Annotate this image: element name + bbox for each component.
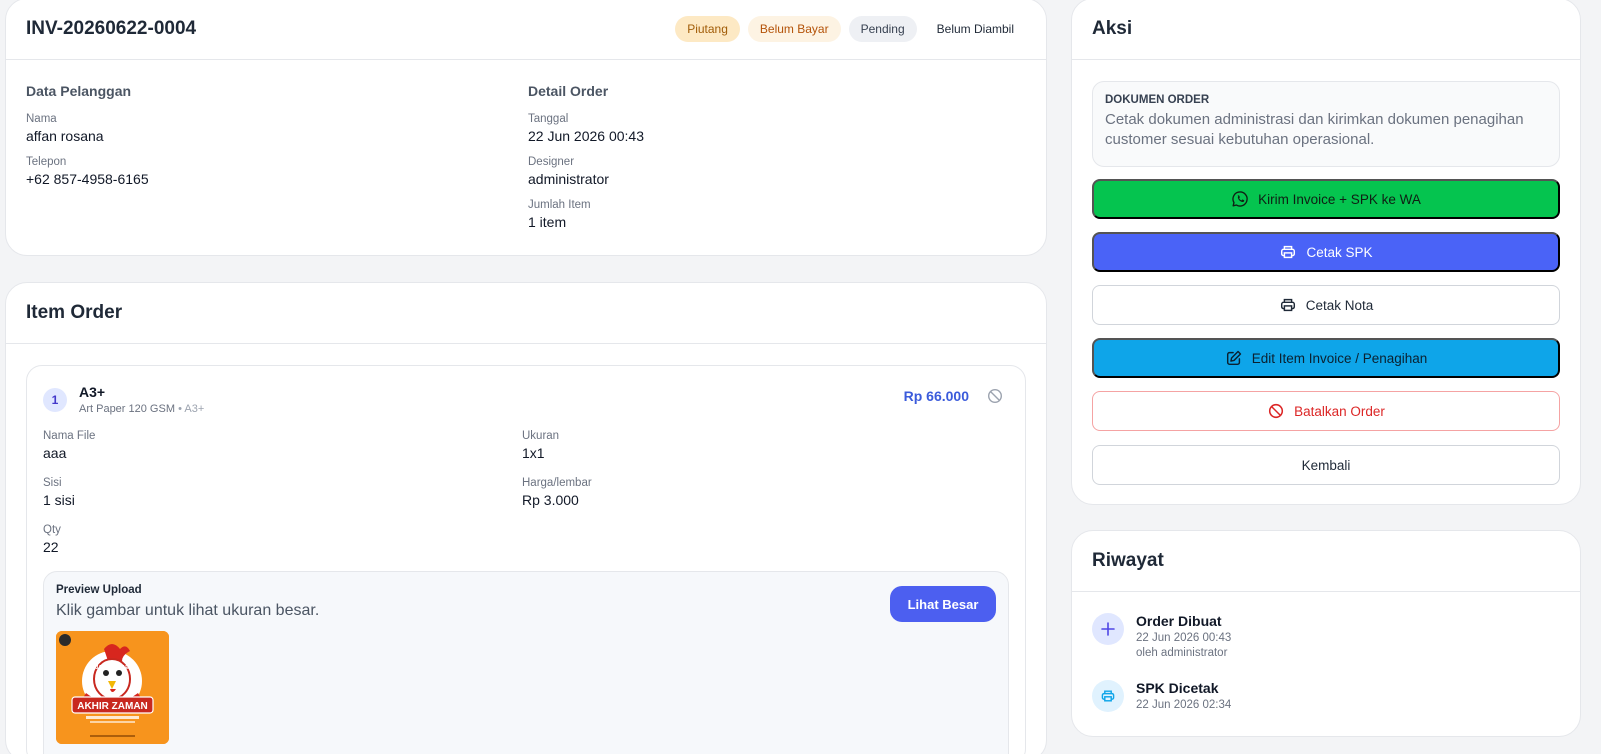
history-event-time: 22 Jun 2026 00:43 [1136,632,1232,644]
preview-thumbnail[interactable]: JAGO SAKAE AKHIR ZAMAN [56,631,169,744]
order-date-label: Tanggal [528,113,569,125]
order-detail-section: Detail Order Tanggal 22 Jun 2026 00:43 D… [528,83,644,242]
printer-icon [1092,680,1124,712]
customer-section: Data Pelanggan Nama affan rosana Telepon… [26,83,149,199]
customer-phone-label: Telepon [26,156,67,168]
edit-icon [1226,350,1241,366]
designer-name: administrator [528,171,609,187]
whatsapp-icon [1232,191,1248,207]
print-spk-label: Cetak SPK [1306,244,1373,260]
cancel-order-button[interactable]: Batalkan Order [1092,391,1560,431]
status-badge-payment: Belum Bayar [747,16,841,42]
edit-invoice-button[interactable]: Edit Item Invoice / Penagihan [1092,338,1560,378]
qty-value: 22 [43,539,59,555]
item-material-line: Art Paper 120 GSM • A3+ [79,403,205,415]
edit-invoice-label: Edit Item Invoice / Penagihan [1251,350,1428,366]
printer-icon [1280,298,1295,312]
status-badge-pickup: Belum Diambil [936,22,1014,36]
remove-item-icon[interactable] [987,388,1003,404]
document-order-desc: Cetak dokumen administrasi dan kirimkan … [1105,111,1524,148]
qty-label: Qty [43,524,61,536]
document-order-title: DOKUMEN ORDER [1105,94,1210,106]
back-label: Kembali [1301,457,1351,473]
size-label: Ukuran [522,430,560,442]
history-event-actor: oleh administrator [1136,647,1228,659]
item-order-header: Item Order [6,283,1046,344]
history-event-title: Order Dibuat [1136,613,1222,629]
side-label: Sisi [43,477,62,489]
customer-name: affan rosana [26,128,104,144]
order-date: 22 Jun 2026 00:43 [528,128,644,144]
item-count-label: Jumlah Item [528,199,591,211]
actions-title: Aksi [1092,18,1133,39]
item-name: A3+ [79,384,106,400]
order-detail-title: Detail Order [528,83,609,99]
price-per-sheet-value: Rp 3.000 [522,492,579,508]
side-field: Sisi 1 sisi [43,477,75,520]
rooster-logo-image: JAGO SAKAE AKHIR ZAMAN [56,631,169,744]
size-value: 1x1 [522,445,545,461]
document-order-box: DOKUMEN ORDER Cetak dokumen administrasi… [1092,81,1560,167]
print-receipt-label: Cetak Nota [1305,297,1374,313]
designer-label: Designer [528,156,575,168]
customer-section-title: Data Pelanggan [26,83,132,99]
history-title: Riwayat [1092,550,1164,571]
plus-icon [1092,613,1124,645]
customer-name-label: Nama [26,113,57,125]
size-field: Ukuran 1x1 [522,430,559,473]
price-per-sheet-field: Harga/lembar Rp 3.000 [522,477,592,520]
file-name-field: Nama File aaa [43,430,95,473]
history-event-title: SPK Dicetak [1136,680,1219,696]
history-card: Riwayat Order Dibuat 22 Jun 2026 00:43 o… [1071,530,1581,737]
item-number: 1 [43,388,67,412]
item-order-card: Item Order 1 A3+ Art Paper 120 GSM • A3+… [5,282,1047,754]
cancel-order-label: Batalkan Order [1294,403,1385,419]
back-button[interactable]: Kembali [1092,445,1560,485]
order-summary-card: INV-20260622-0004 Piutang Belum Bayar Pe… [5,0,1047,256]
preview-title: Preview Upload [56,584,142,596]
status-badge-pending: Pending [848,16,917,42]
customer-phone: +62 857-4958-6165 [26,171,149,187]
status-badges: Piutang Belum Bayar Pending Belum Diambi… [675,16,1026,42]
cancel-icon [1269,403,1284,419]
file-name-value: aaa [43,445,67,461]
price-per-sheet-label: Harga/lembar [522,477,592,489]
logo-top-text: JAGO SAKAE [95,665,129,671]
side-value: 1 sisi [43,492,75,508]
view-large-button[interactable]: Lihat Besar [890,586,996,622]
item-size-tag: A3+ [184,403,205,415]
logo-main-text: AKHIR ZAMAN [77,701,148,712]
print-spk-button[interactable]: Cetak SPK [1092,232,1560,272]
qty-field: Qty 22 [43,524,61,567]
history-event-time: 22 Jun 2026 02:34 [1136,699,1232,711]
actions-card: Aksi DOKUMEN ORDER Cetak dokumen adminis… [1071,0,1581,505]
preview-hint: Klik gambar untuk lihat ukuran besar. [56,602,320,619]
print-receipt-button[interactable]: Cetak Nota [1092,285,1560,325]
invoice-number: INV-20260622-0004 [26,18,197,39]
preview-upload-panel: Preview Upload Klik gambar untuk lihat u… [43,571,1009,754]
send-whatsapp-label: Kirim Invoice + SPK ke WA [1258,191,1421,207]
order-item: 1 A3+ Art Paper 120 GSM • A3+ Rp 66.000 … [26,365,1026,754]
send-whatsapp-button[interactable]: Kirim Invoice + SPK ke WA [1092,179,1560,219]
status-badge-piutang: Piutang [675,16,740,42]
order-header: INV-20260622-0004 Piutang Belum Bayar Pe… [6,0,1046,60]
item-price: Rp 66.000 [903,388,969,404]
printer-icon [1281,245,1296,259]
item-order-title: Item Order [26,302,123,323]
item-material: Art Paper 120 GSM [79,403,175,415]
history-header: Riwayat [1072,531,1580,592]
item-count: 1 item [528,214,567,230]
file-name-label: Nama File [43,430,96,442]
actions-header: Aksi [1072,0,1580,60]
